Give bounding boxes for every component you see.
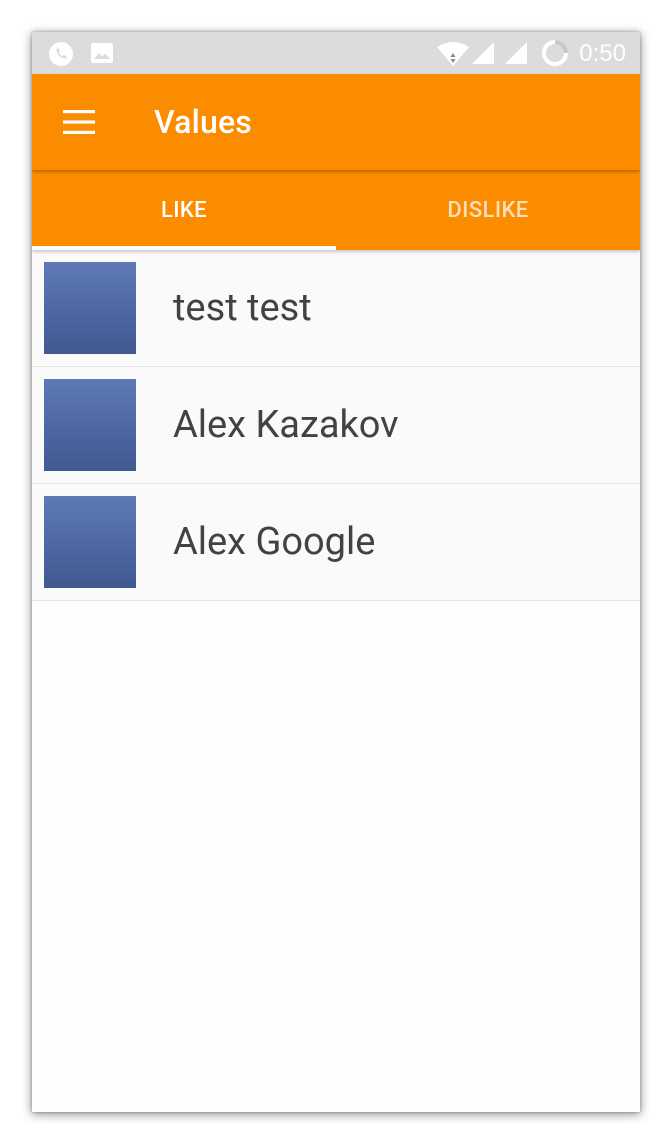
status-time: 0:50 — [579, 40, 626, 67]
list-item[interactable]: test test — [32, 250, 640, 367]
app-bar: Values — [32, 74, 640, 170]
avatar — [44, 379, 136, 471]
avatar — [44, 262, 136, 354]
app-title: Values — [154, 103, 252, 141]
tab-like[interactable]: LIKE — [32, 170, 336, 250]
phone-screen: 0:50 Values LIKE DISLIKE test test Alex … — [32, 32, 640, 1112]
wifi-icon — [436, 41, 470, 71]
phone-icon — [48, 41, 74, 71]
tab-selected-indicator — [32, 246, 336, 250]
list-item[interactable]: Alex Google — [32, 484, 640, 601]
tab-dislike[interactable]: DISLIKE — [336, 170, 640, 250]
list-item-name: Alex Kazakov — [173, 403, 399, 447]
list-item-name: Alex Google — [173, 520, 376, 564]
battery-charging-icon — [541, 39, 569, 71]
list-item-name: test test — [173, 286, 312, 330]
tab-bar: LIKE DISLIKE — [32, 170, 640, 250]
avatar — [44, 496, 136, 588]
hamburger-menu-icon[interactable] — [63, 110, 95, 138]
signal-icon — [504, 41, 528, 69]
image-icon — [90, 42, 114, 68]
list-item[interactable]: Alex Kazakov — [32, 367, 640, 484]
signal-icon — [471, 41, 495, 69]
values-list: test test Alex Kazakov Alex Google — [32, 250, 640, 601]
status-bar: 0:50 — [32, 32, 640, 74]
